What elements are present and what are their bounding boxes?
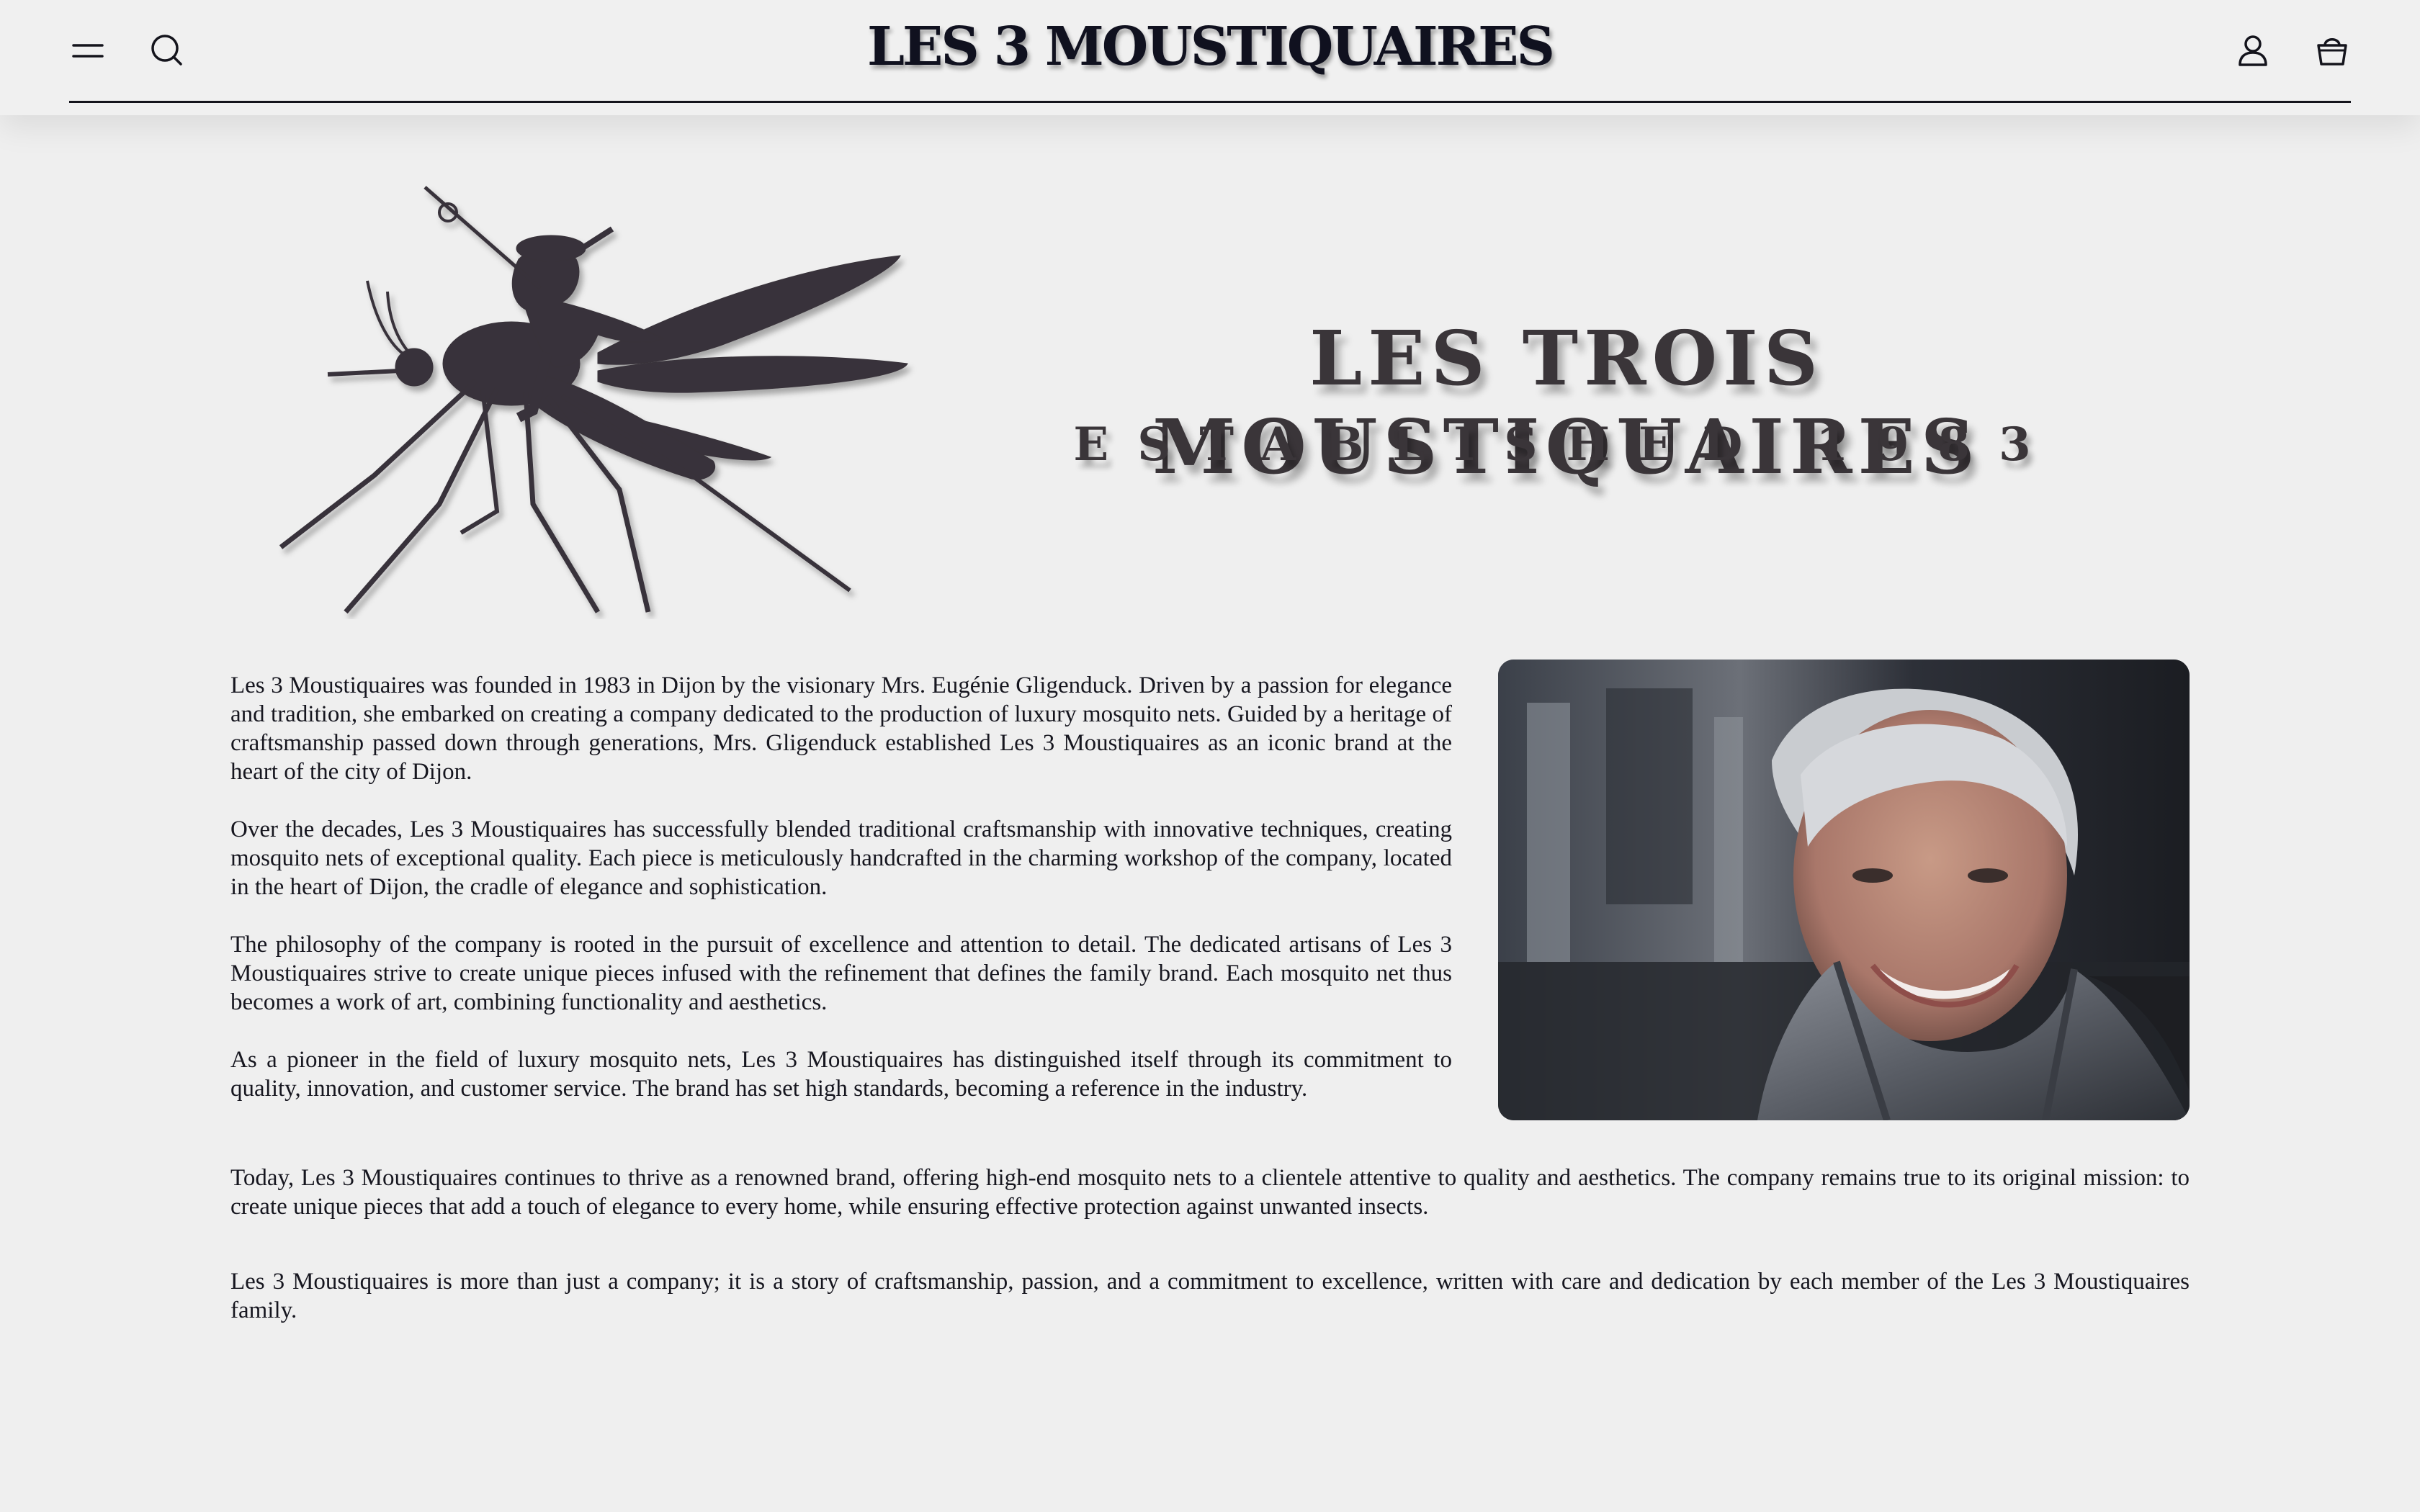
paragraph-today: Today, Les 3 Moustiquaires continues to … [230, 1165, 2190, 1220]
account-button[interactable] [2230, 27, 2276, 73]
paragraph-philosophy: The philosophy of the company is rooted … [230, 932, 1452, 1015]
founder-portrait-photo [1498, 660, 2190, 1120]
basket-icon [2317, 38, 2347, 66]
cart-button[interactable] [2309, 27, 2355, 73]
brand-logo-text[interactable]: LES 3 MOUSTIQUAIRES [0, 16, 2420, 78]
hero-subtitle: ESTABLISHED 1983 [1073, 418, 2060, 472]
user-icon [2238, 35, 2267, 66]
paragraph-pioneer: As a pioneer in the field of luxury mosq… [230, 1047, 1452, 1102]
paragraph-craftsmanship: Over the decades, Les 3 Moustiquaires ha… [230, 816, 1452, 900]
header-divider [69, 101, 2351, 103]
paragraph-closing: Les 3 Moustiquaires is more than just a … [230, 1269, 2190, 1323]
mosquito-musketeer-illustration [279, 186, 908, 614]
paragraph-founding: Les 3 Moustiquaires was founded in 1983 … [230, 672, 1452, 785]
site-header: LES 3 MOUSTIQUAIRES [0, 0, 2420, 115]
